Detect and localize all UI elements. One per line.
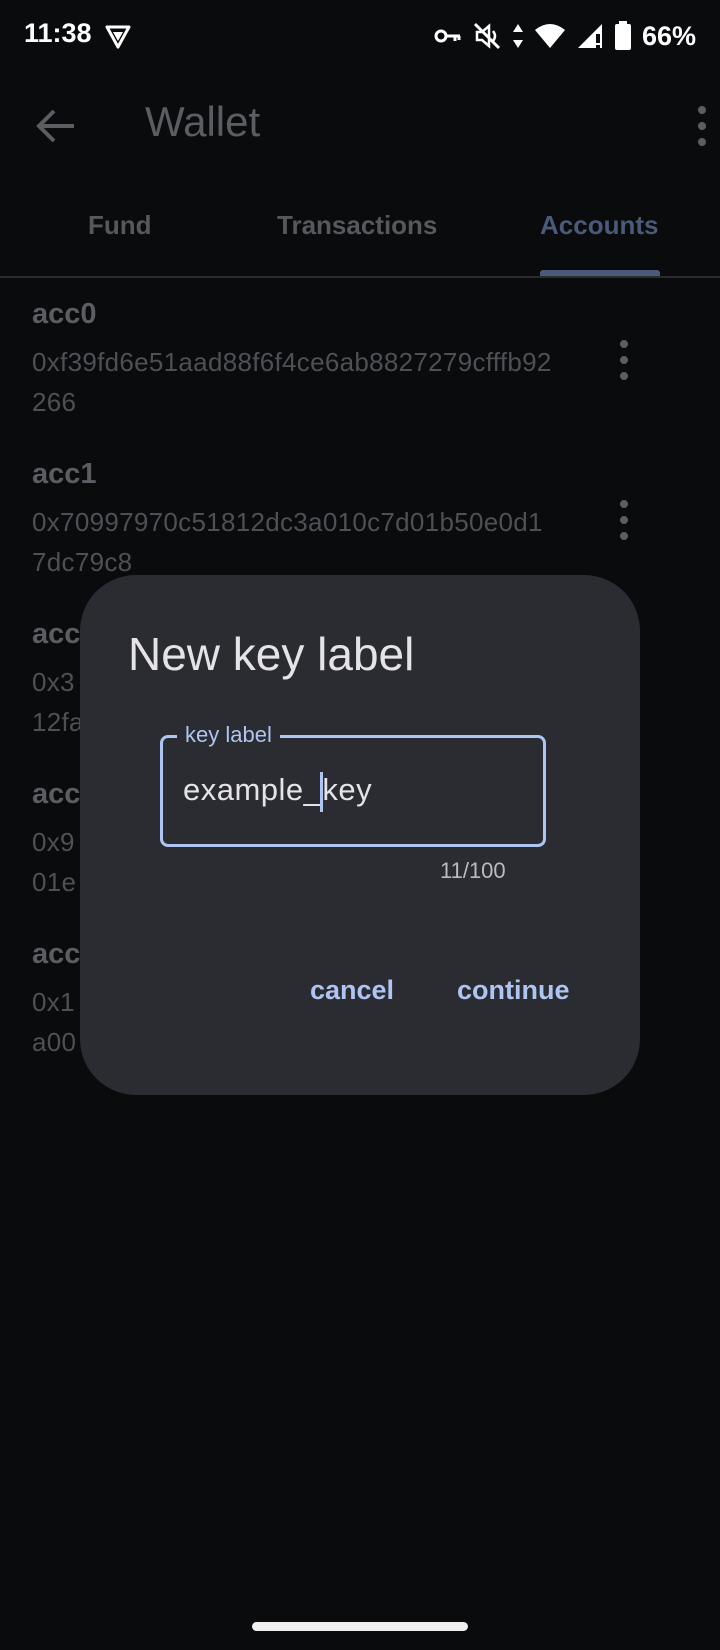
input-value-after-caret: key (322, 772, 373, 808)
key-label-input[interactable]: key label example_key (160, 722, 546, 847)
continue-button[interactable]: continue (457, 975, 570, 1006)
input-value[interactable]: example_key (183, 772, 372, 812)
cancel-button[interactable]: cancel (310, 975, 394, 1006)
input-label: key label (177, 722, 280, 748)
dialog-title: New key label (128, 628, 415, 680)
new-key-label-dialog: New key label key label example_key 11/1… (80, 575, 640, 1095)
character-counter: 11/100 (440, 858, 506, 883)
input-value-before-caret: example_ (183, 772, 322, 808)
gesture-nav-bar[interactable] (252, 1622, 468, 1631)
